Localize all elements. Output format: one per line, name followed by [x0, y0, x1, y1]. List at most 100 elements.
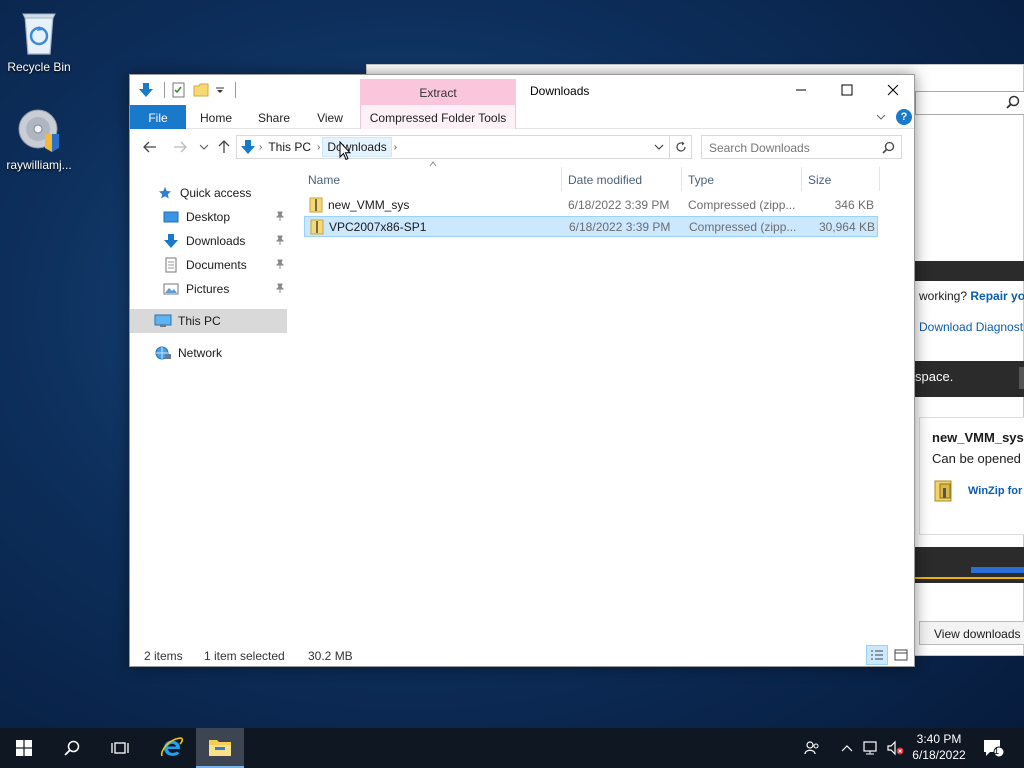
nav-label: Pictures — [186, 282, 230, 296]
repair-link[interactable]: Repair you — [970, 289, 1024, 303]
title-bar[interactable]: Extract Downloads — [130, 75, 914, 105]
chevron-down-icon[interactable] — [653, 141, 665, 153]
column-header-name[interactable]: Name — [302, 167, 562, 191]
extract-context-tab[interactable]: Extract — [360, 79, 516, 105]
address-bar[interactable]: › This PC › Downloads › — [236, 135, 670, 159]
winzip-link[interactable]: WinZip for — [932, 478, 1024, 504]
people-icon — [804, 741, 819, 755]
tab-share[interactable]: Share — [252, 105, 296, 129]
taskbar-clock[interactable]: 3:40 PM 6/18/2022 — [908, 731, 970, 763]
large-icons-view-button[interactable] — [890, 645, 912, 665]
show-hidden-icons-button[interactable] — [838, 728, 856, 768]
disc-installer-icon — [18, 109, 59, 152]
help-line: working? Repair you — [919, 289, 1024, 303]
maximize-button[interactable] — [824, 75, 870, 105]
download-arrow-icon[interactable] — [138, 82, 154, 98]
new-folder-icon[interactable] — [193, 82, 209, 98]
search-input[interactable]: Search Downloads — [701, 135, 902, 159]
navigation-bar: › This PC › Downloads › Search Downloads — [130, 129, 914, 165]
forward-button[interactable] — [170, 138, 190, 156]
notification-icon — [984, 740, 1004, 758]
breadcrumb-separator[interactable]: › — [392, 142, 399, 153]
file-row-selected[interactable]: VPC2007x86-SP1 6/18/2022 3:39 PM Compres… — [304, 216, 878, 237]
status-size: 30.2 MB — [308, 649, 353, 663]
breadcrumb-separator[interactable]: › — [257, 142, 264, 153]
tab-home[interactable]: Home — [192, 105, 240, 129]
column-header-date-modified[interactable]: Date modified — [562, 167, 682, 191]
pin-icon[interactable] — [275, 211, 285, 221]
network-tray-button[interactable] — [860, 728, 880, 768]
star-icon — [156, 185, 174, 201]
help-icon[interactable]: ? — [896, 109, 912, 125]
details-view-button[interactable] — [866, 645, 888, 665]
windows-logo-icon — [16, 740, 32, 756]
up-button[interactable] — [214, 138, 234, 156]
chevron-down-icon[interactable] — [215, 82, 225, 98]
file-explorer-taskbar-button[interactable] — [196, 728, 244, 768]
nav-item-desktop[interactable]: Desktop — [130, 205, 287, 229]
pin-icon[interactable] — [275, 259, 285, 269]
pin-icon[interactable] — [275, 235, 285, 245]
speaker-muted-icon — [887, 740, 904, 756]
nav-item-downloads[interactable]: Downloads — [130, 229, 287, 253]
nav-item-this-pc[interactable]: This PC — [130, 309, 287, 333]
search-icon — [64, 740, 80, 756]
back-button[interactable] — [140, 138, 160, 156]
arrow-right-icon — [174, 141, 187, 153]
notice-button[interactable] — [1019, 367, 1024, 389]
people-button[interactable] — [800, 728, 824, 768]
breadcrumb-this-pc[interactable]: This PC — [264, 137, 315, 157]
desktop-icon-label: Recycle Bin — [7, 60, 71, 74]
pin-icon[interactable] — [275, 283, 285, 293]
maximize-icon — [841, 84, 853, 96]
column-header-size[interactable]: Size — [802, 167, 880, 191]
action-center-button[interactable]: 1 — [978, 728, 1008, 768]
task-view-button[interactable] — [96, 728, 144, 768]
file-size: 30,964 KB — [818, 220, 875, 234]
window-title: Downloads — [530, 84, 590, 98]
internet-explorer-button[interactable] — [148, 728, 196, 768]
view-downloads-button[interactable]: View downloads — [919, 621, 1024, 645]
tab-view[interactable]: View — [308, 105, 352, 129]
start-button[interactable] — [0, 728, 48, 768]
tab-file[interactable]: File — [130, 105, 186, 129]
close-icon — [887, 84, 899, 96]
browser-address-bar[interactable] — [915, 91, 1024, 115]
desktop-icon-recycle-bin[interactable]: Recycle Bin — [1, 8, 77, 74]
download-progress-strip — [915, 547, 1024, 583]
progress-line — [915, 577, 1024, 579]
navigation-pane: Quick access Desktop Downloads Documents — [130, 167, 287, 637]
refresh-button[interactable] — [670, 135, 692, 159]
toolbar-separator — [235, 82, 236, 98]
task-view-icon — [111, 742, 129, 754]
taskbar-search-button[interactable] — [48, 728, 96, 768]
close-button[interactable] — [870, 75, 916, 105]
winzip-label: WinZip for — [968, 485, 1023, 497]
nav-item-documents[interactable]: Documents — [130, 253, 287, 277]
file-explorer-window: Extract Downloads File Home Share View C… — [129, 74, 915, 667]
toolbar-separator — [164, 82, 165, 98]
download-diagnostics-link[interactable]: Download Diagnosti — [919, 320, 1024, 334]
breadcrumb-downloads[interactable]: Downloads — [322, 137, 392, 157]
nav-quick-access[interactable]: Quick access — [130, 181, 287, 205]
refresh-icon — [675, 141, 686, 152]
nav-item-network[interactable]: Network — [130, 341, 287, 365]
ribbon-expand-chevron-icon[interactable] — [875, 111, 887, 123]
search-placeholder: Search Downloads — [709, 141, 810, 155]
recent-locations-button[interactable] — [194, 138, 214, 156]
internet-explorer-icon — [160, 737, 184, 757]
minimize-button[interactable] — [778, 75, 824, 105]
volume-button[interactable] — [884, 728, 906, 768]
recycle-bin-icon — [22, 13, 56, 55]
properties-icon[interactable] — [171, 82, 187, 98]
file-name: VPC2007x86-SP1 — [329, 220, 427, 234]
column-header-type[interactable]: Type — [682, 167, 802, 191]
winzip-icon — [934, 480, 952, 502]
nav-item-pictures[interactable]: Pictures — [130, 277, 287, 301]
search-icon — [1006, 95, 1020, 109]
file-row[interactable]: new_VMM_sys 6/18/2022 3:39 PM Compressed… — [304, 195, 878, 216]
desktop-icon-installer[interactable]: raywilliamj... — [1, 108, 77, 172]
breadcrumb-separator[interactable]: › — [315, 142, 322, 153]
tab-compressed-folder-tools[interactable]: Compressed Folder Tools — [360, 105, 516, 129]
network-icon — [154, 345, 172, 361]
